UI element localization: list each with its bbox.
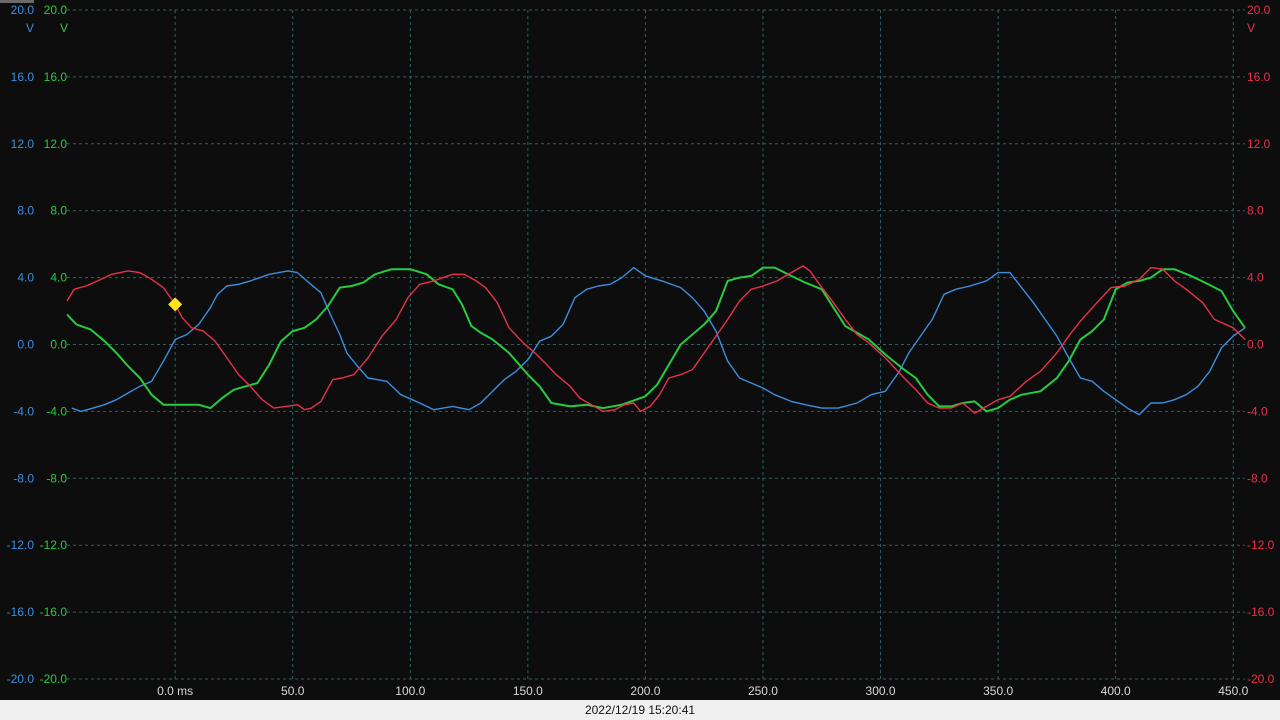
x-tick-label: 300.0	[866, 684, 896, 698]
x-tick-label: 450.0	[1218, 684, 1248, 698]
left-b-unit: V	[60, 21, 68, 35]
left-b-tick-label: -4.0	[46, 404, 67, 418]
right-c-tick-label: -20.0	[1247, 672, 1275, 686]
left-b-tick-label: -20.0	[40, 672, 68, 686]
left-b-tick-label: 20.0	[44, 3, 68, 17]
left-b-tick-label: 16.0	[44, 70, 68, 84]
left-b-tick-label: -8.0	[46, 471, 67, 485]
x-tick-label: 50.0	[281, 684, 305, 698]
oscilloscope-view: 20.0 16.0 12.0 8.0 4.0 0.0 -4.0 -8.0 -12.0 -16.0-…	[0, 0, 1280, 720]
right-c-tick-label: -8.0	[1247, 471, 1268, 485]
right-c-tick-label: 4.0	[1247, 271, 1264, 285]
series-line-1	[71, 266, 1246, 416]
axis-labels: 20.016.012.08.04.00.0-4.0-8.0-12.0-16.0-…	[7, 3, 1275, 698]
series-layer	[66, 265, 1246, 416]
trigger-marker-icon[interactable]	[168, 297, 183, 312]
series-line-3	[66, 265, 1246, 414]
left-a-tick-label: -8.0	[13, 471, 34, 485]
x-tick-label: 200.0	[630, 684, 660, 698]
x-tick-label: 250.0	[748, 684, 778, 698]
timestamp-bar: 2022/12/19 15:20:41	[0, 700, 1280, 720]
x-tick-label: 0.0 ms	[157, 684, 193, 698]
series-line-2	[66, 266, 1246, 413]
right-c-tick-label: 20.0	[1247, 3, 1271, 17]
right-c-tick-label: 8.0	[1247, 204, 1264, 218]
left-b-tick-label: 4.0	[50, 271, 67, 285]
left-b-tick-label: 0.0	[50, 338, 67, 352]
x-tick-label: 150.0	[513, 684, 543, 698]
left-b-tick-label: 8.0	[50, 204, 67, 218]
left-a-tick-label: -12.0	[7, 538, 35, 552]
timestamp: 2022/12/19 15:20:41	[584, 703, 696, 717]
left-b-tick-label: -16.0	[40, 605, 68, 619]
left-a-tick-label: -20.0	[7, 672, 35, 686]
left-a-unit: V	[26, 21, 34, 35]
right-c-tick-label: 16.0	[1247, 70, 1271, 84]
x-tick-label: 400.0	[1101, 684, 1131, 698]
left-a-tick-label: 20.0	[11, 3, 35, 17]
right-c-tick-label: -12.0	[1247, 538, 1275, 552]
left-b-tick-label: -12.0	[40, 538, 68, 552]
right-c-tick-label: 0.0	[1247, 338, 1264, 352]
x-tick-label: 100.0	[395, 684, 425, 698]
left-a-tick-label: 8.0	[17, 204, 34, 218]
left-a-tick-label: 12.0	[11, 137, 35, 151]
grid-layer	[67, 9, 1245, 680]
x-tick-label: 350.0	[983, 684, 1013, 698]
right-c-tick-label: 12.0	[1247, 137, 1271, 151]
waveform-plot[interactable]: 20.016.012.08.04.00.0-4.0-8.0-12.0-16.0-…	[0, 0, 1280, 720]
left-a-tick-label: -4.0	[13, 404, 34, 418]
right-c-unit: V	[1247, 21, 1255, 35]
left-a-tick-label: 16.0	[11, 70, 35, 84]
left-a-tick-label: -16.0	[7, 605, 35, 619]
left-b-tick-label: 12.0	[44, 137, 68, 151]
left-a-tick-label: 0.0	[17, 338, 34, 352]
right-c-tick-label: -16.0	[1247, 605, 1275, 619]
left-a-tick-label: 4.0	[17, 271, 34, 285]
right-c-tick-label: -4.0	[1247, 404, 1268, 418]
